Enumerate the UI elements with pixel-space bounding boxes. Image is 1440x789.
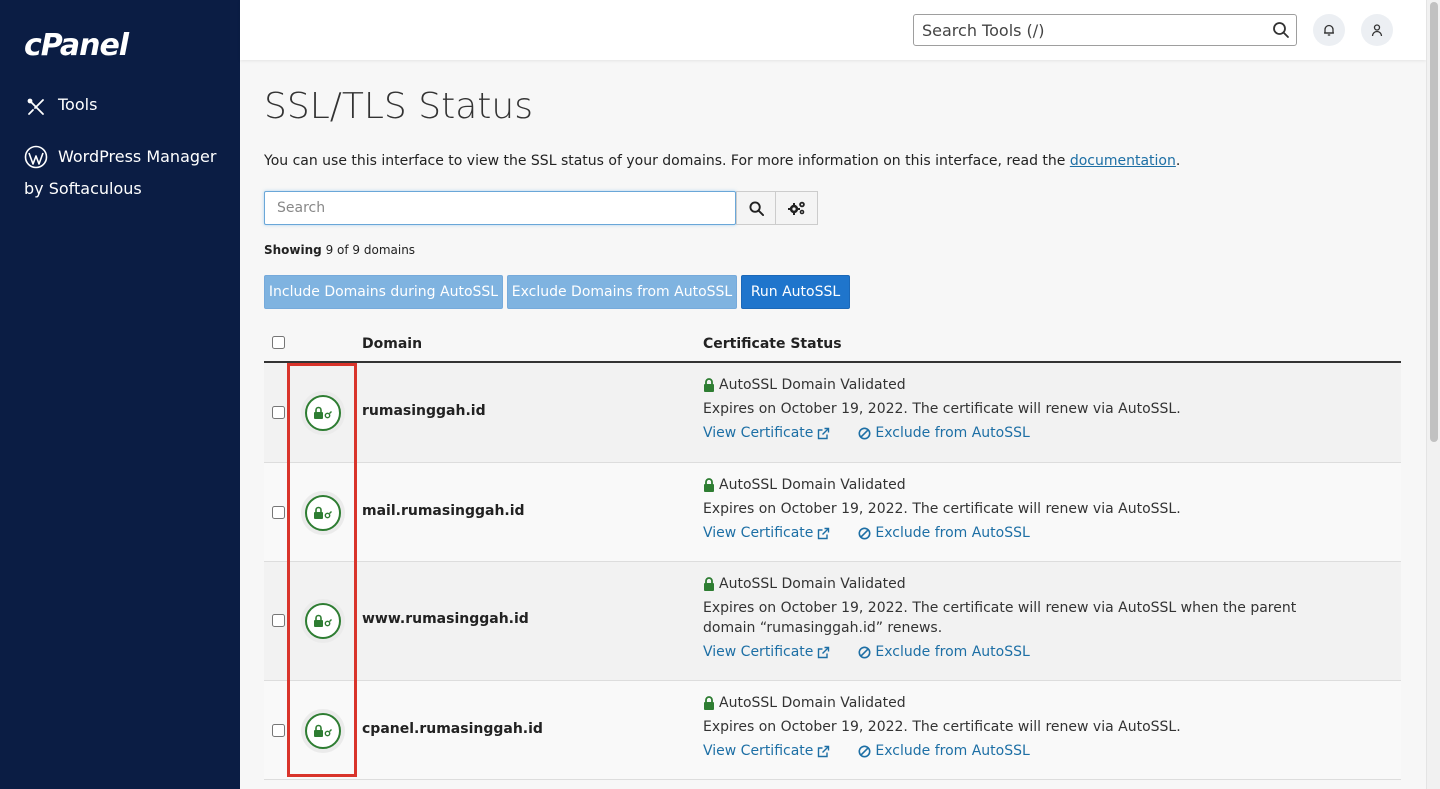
exclude-from-autossl-link[interactable]: Exclude from AutoSSL [858, 743, 1030, 759]
table-row: rumasinggah.id AutoSSL Domain Validated … [264, 363, 1401, 463]
lock-icon [314, 406, 332, 419]
certificate-status: AutoSSL Domain Validated Expires on Octo… [703, 477, 1181, 541]
search-tools-input[interactable] [914, 15, 1264, 45]
column-header-domain[interactable]: Domain [362, 336, 422, 352]
ssl-status-badge [301, 391, 345, 435]
sidebar-item-label: WordPress Manager by Softaculous [24, 147, 217, 198]
cpanel-logo[interactable]: cPanel [24, 28, 129, 63]
lock-icon [314, 724, 332, 737]
scrollbar-thumb[interactable] [1430, 2, 1438, 442]
select-all-checkbox[interactable] [272, 336, 285, 349]
external-link-icon [818, 427, 830, 439]
table-header: Domain Certificate Status [264, 325, 1401, 363]
search-button[interactable] [736, 191, 776, 225]
domain-name: cpanel.rumasinggah.id [362, 721, 543, 737]
certificate-status: AutoSSL Domain Validated Expires on Octo… [703, 576, 1297, 660]
user-menu-button[interactable] [1361, 14, 1393, 46]
table-row: cpanel.rumasinggah.id AutoSSL Domain Val… [264, 681, 1401, 780]
table-row: mail.rumasinggah.id AutoSSL Domain Valid… [264, 463, 1401, 562]
row-checkbox[interactable] [272, 724, 285, 737]
ban-icon [858, 427, 871, 439]
search-icon [748, 200, 764, 216]
showing-count: Showing 9 of 9 domains [264, 243, 416, 257]
row-checkbox[interactable] [272, 614, 285, 627]
documentation-link[interactable]: documentation [1070, 153, 1176, 169]
external-link-icon [818, 527, 830, 539]
domain-search-input[interactable] [265, 192, 735, 224]
lock-icon [703, 696, 715, 710]
external-link-icon [818, 745, 830, 757]
exclude-from-autossl-link[interactable]: Exclude from AutoSSL [858, 525, 1030, 541]
settings-button[interactable] [775, 191, 818, 225]
domain-name: www.rumasinggah.id [362, 611, 529, 627]
search-tools-box [913, 14, 1297, 46]
gears-icon [787, 201, 805, 215]
lock-icon [703, 378, 715, 392]
sidebar: cPanel Tools WordPress Manager by Softac… [0, 0, 240, 789]
top-header [240, 0, 1426, 60]
page-title: SSL/TLS Status [264, 86, 533, 127]
domains-table: Domain Certificate Status rumasinggah.id… [264, 325, 1401, 780]
certificate-status: AutoSSL Domain Validated Expires on Octo… [703, 695, 1181, 759]
exclude-domains-button[interactable]: Exclude Domains from AutoSSL [507, 275, 737, 309]
user-icon [1371, 24, 1383, 37]
view-certificate-link[interactable]: View Certificate [703, 525, 830, 541]
exclude-from-autossl-link[interactable]: Exclude from AutoSSL [858, 425, 1030, 441]
view-certificate-link[interactable]: View Certificate [703, 743, 830, 759]
row-checkbox[interactable] [272, 506, 285, 519]
view-certificate-link[interactable]: View Certificate [703, 644, 830, 660]
run-autossl-button[interactable]: Run AutoSSL [741, 275, 850, 309]
external-link-icon [818, 646, 830, 658]
ban-icon [858, 745, 871, 757]
ban-icon [858, 646, 871, 658]
main-content: SSL/TLS Status You can use this interfac… [240, 60, 1426, 789]
domain-search-box [264, 191, 736, 225]
lock-icon [314, 614, 332, 627]
ssl-status-badge [301, 709, 345, 753]
view-certificate-link[interactable]: View Certificate [703, 425, 830, 441]
page-scrollbar[interactable] [1426, 0, 1440, 789]
ssl-status-badge [301, 491, 345, 535]
lock-icon [703, 577, 715, 591]
search-icon[interactable] [1272, 21, 1290, 39]
certificate-status: AutoSSL Domain Validated Expires on Octo… [703, 377, 1181, 441]
sidebar-item-wordpress-manager[interactable]: WordPress Manager by Softaculous [24, 141, 224, 205]
domain-name: rumasinggah.id [362, 403, 486, 419]
intro-text: You can use this interface to view the S… [264, 153, 1181, 169]
column-header-certificate-status[interactable]: Certificate Status [703, 336, 842, 352]
lock-icon [314, 506, 332, 519]
bell-icon [1324, 24, 1334, 36]
row-checkbox[interactable] [272, 406, 285, 419]
exclude-from-autossl-link[interactable]: Exclude from AutoSSL [858, 644, 1030, 660]
notifications-button[interactable] [1313, 14, 1345, 46]
ban-icon [858, 527, 871, 539]
ssl-status-badge [301, 599, 345, 643]
domain-name: mail.rumasinggah.id [362, 503, 525, 519]
include-domains-button[interactable]: Include Domains during AutoSSL [264, 275, 503, 309]
table-row: www.rumasinggah.id AutoSSL Domain Valida… [264, 562, 1401, 681]
lock-icon [703, 478, 715, 492]
sidebar-item-tools[interactable]: Tools [24, 95, 97, 119]
sidebar-item-label: Tools [58, 95, 98, 114]
tools-icon [24, 95, 48, 119]
